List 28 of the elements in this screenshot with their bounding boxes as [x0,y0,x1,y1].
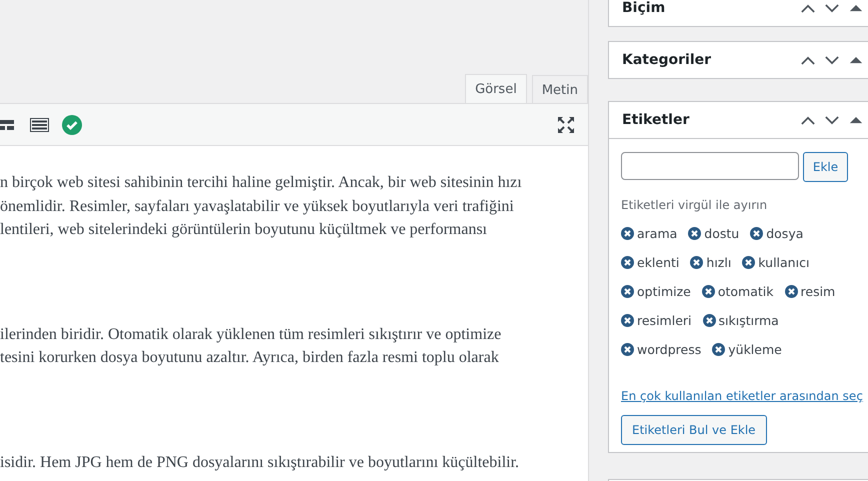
tag-label: sıkıştırma [718,313,779,328]
editor-tab[interactable]: Metin [532,75,588,104]
tag-label: eklenti [637,255,680,270]
tag-label: kullanıcı [758,255,810,270]
tag-label: resim [800,284,836,299]
panel-title: Biçim [622,0,666,16]
tag-label: yükleme [728,342,782,357]
tag-label: dostu [704,226,740,241]
paragraph-line: ilerinden biridir. Otomatik olarak yüklenen tüm resimleri sıkıştırır ve optimize [0,324,502,344]
most-used-tags-link[interactable]: En çok kullanılan etiketler arasından seç [621,389,861,403]
find-tags-button[interactable]: Etiketleri Bul ve Ekle [621,415,767,445]
paragraph-line: isidir. Hem JPG hem de PNG dosyalarını sıkıştırabilir ve boyutlarını küçültebilir. [0,452,520,472]
panel-title: Etiketler [622,112,690,128]
paragraph-line: tesini korurken dosya boyutunu azaltır. Ayrıca, birden fazla resmi toplu olarak [0,348,500,368]
tag-label: resimleri [637,313,692,328]
tag-label: dosya [766,226,804,241]
paragraph-line: n birçok web sitesi sahibinin tercihi haline gelmiştir. Ancak, bir web sitesinin hızı [0,173,523,193]
tag-label: arama [637,226,678,241]
editor-tab[interactable]: Görsel [465,74,527,104]
hint-text: Etiketleri virgül ile ayırın [621,198,768,212]
add-button[interactable]: Ekle [803,152,848,182]
panel-title: Kategoriler [622,52,712,68]
tag-label: optimize [637,284,691,299]
tag-label: hızlı [706,255,732,270]
tag-label: wordpress [637,342,702,357]
paragraph-line: önemlidir. Resimler, sayfaları yavaşlatabilir ve yüksek boyutlarıyla veri trafiğini [0,196,515,216]
tag-label: otomatik [718,284,774,299]
paragraph-line: lentileri, web sitelerindeki görüntülerin boyutunu küçültmek ve performansı [0,220,488,240]
